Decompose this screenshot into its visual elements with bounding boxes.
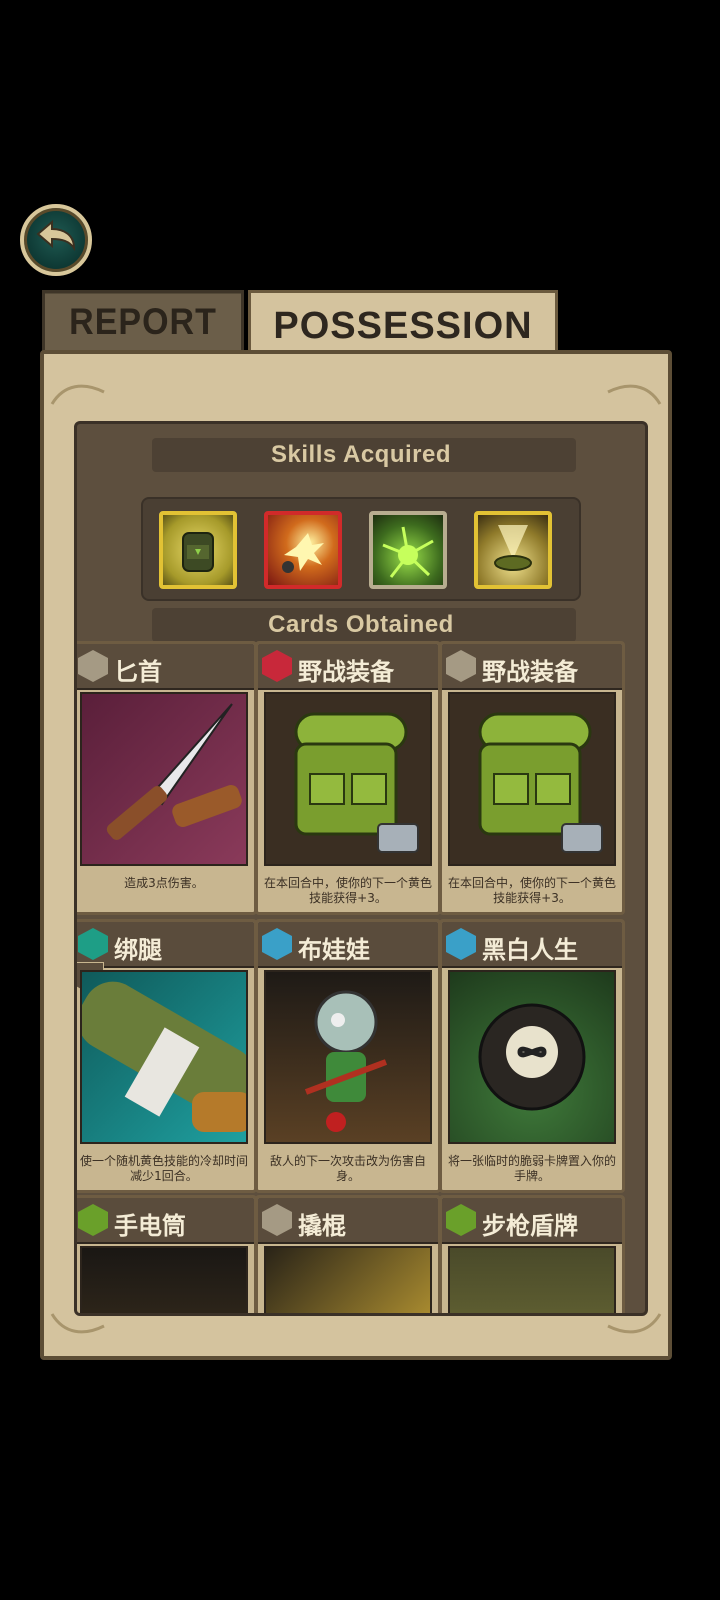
card-description: 使一个随机黄色技能的冷却时间减少1回合。	[79, 1154, 248, 1183]
red-heart-gem-icon	[262, 650, 292, 682]
card-header: 绑腿	[77, 922, 254, 968]
card-header: 黑白人生	[442, 922, 622, 968]
card-name: 野战装备	[298, 658, 394, 686]
card-header: 布娃娃	[258, 922, 438, 968]
card-header: 野战装备	[442, 644, 622, 690]
card-name: 手电筒	[114, 1212, 186, 1240]
card-header: 匕首	[77, 644, 254, 690]
skills-box	[141, 497, 581, 601]
card-description: 在本回合中，使你的下一个黄色技能获得+3。	[447, 876, 616, 905]
crowbar-art	[264, 1246, 432, 1313]
card-header: 野战装备	[258, 644, 438, 690]
card-header: 撬棍	[258, 1198, 438, 1244]
card-description: 造成3点伤害。	[124, 876, 204, 890]
card-field-gear-2[interactable]: 野战装备 在本回合中，使你的下一个黄色技能获得+3。	[439, 641, 625, 915]
rag-doll-art	[264, 970, 432, 1144]
skills-acquired-title: Skills Acquired	[271, 441, 451, 468]
flashlight-art	[80, 1246, 248, 1313]
card-leggings[interactable]: 绑腿 2 使一个随机黄色技能的冷却时间减少1回合。	[77, 919, 257, 1193]
green-gem-icon	[446, 1204, 476, 1236]
leg-wrap-art	[77, 970, 254, 1144]
back-arrow-icon	[34, 218, 78, 262]
explosion-skill-icon[interactable]	[264, 511, 342, 589]
eight-ball-art	[448, 970, 616, 1144]
green-gem-icon	[78, 1204, 108, 1236]
card-rifle-shield[interactable]: 步枪盾牌	[439, 1195, 625, 1313]
gray-gem-icon	[262, 1204, 292, 1236]
spotlight-skill-icon[interactable]	[474, 511, 552, 589]
rifle-shield-art	[448, 1246, 616, 1313]
knife-art	[80, 692, 248, 866]
blue-bolt-gem-icon	[446, 928, 476, 960]
cards-obtained-title: Cards Obtained	[268, 611, 454, 638]
teal-note-gem-icon	[78, 928, 108, 960]
card-dagger[interactable]: 匕首 造成3点伤害。	[77, 641, 257, 915]
gray-gem-icon	[78, 650, 108, 682]
card-name: 布娃娃	[298, 936, 370, 964]
backpack-art	[448, 692, 616, 866]
card-rag-doll[interactable]: 布娃娃 敌人的下一次攻击改为伤害自身。	[255, 919, 441, 1193]
card-black-white-life[interactable]: 黑白人生 将一张临时的脆弱卡牌置入你的手牌。	[439, 919, 625, 1193]
card-flashlight[interactable]: 手电筒	[77, 1195, 257, 1313]
possession-content[interactable]: Skills Acquired Cards Obtained 匕首 造成3点伤害…	[74, 421, 648, 1316]
backpack-skill-icon[interactable]	[159, 511, 237, 589]
back-button[interactable]	[20, 204, 92, 276]
card-name: 绑腿	[114, 936, 162, 964]
card-name: 野战装备	[482, 658, 578, 686]
card-name: 步枪盾牌	[482, 1212, 578, 1240]
blue-bolt-gem-icon	[262, 928, 292, 960]
card-name: 撬棍	[298, 1212, 346, 1240]
acid-splash-skill-icon[interactable]	[369, 511, 447, 589]
card-name: 匕首	[114, 658, 162, 686]
backpack-art	[264, 692, 432, 866]
card-crowbar[interactable]: 撬棍	[255, 1195, 441, 1313]
card-header: 手电筒	[77, 1198, 254, 1244]
card-description: 敌人的下一次攻击改为伤害自身。	[269, 1154, 426, 1183]
card-field-gear[interactable]: 野战装备 在本回合中，使你的下一个黄色技能获得+3。	[255, 641, 441, 915]
gray-gem-icon	[446, 650, 476, 682]
card-description: 将一张临时的脆弱卡牌置入你的手牌。	[447, 1154, 616, 1183]
card-name: 黑白人生	[482, 936, 578, 964]
card-header: 步枪盾牌	[442, 1198, 622, 1244]
tab-report[interactable]: REPORT	[42, 290, 244, 352]
card-description: 在本回合中，使你的下一个黄色技能获得+3。	[263, 876, 432, 905]
